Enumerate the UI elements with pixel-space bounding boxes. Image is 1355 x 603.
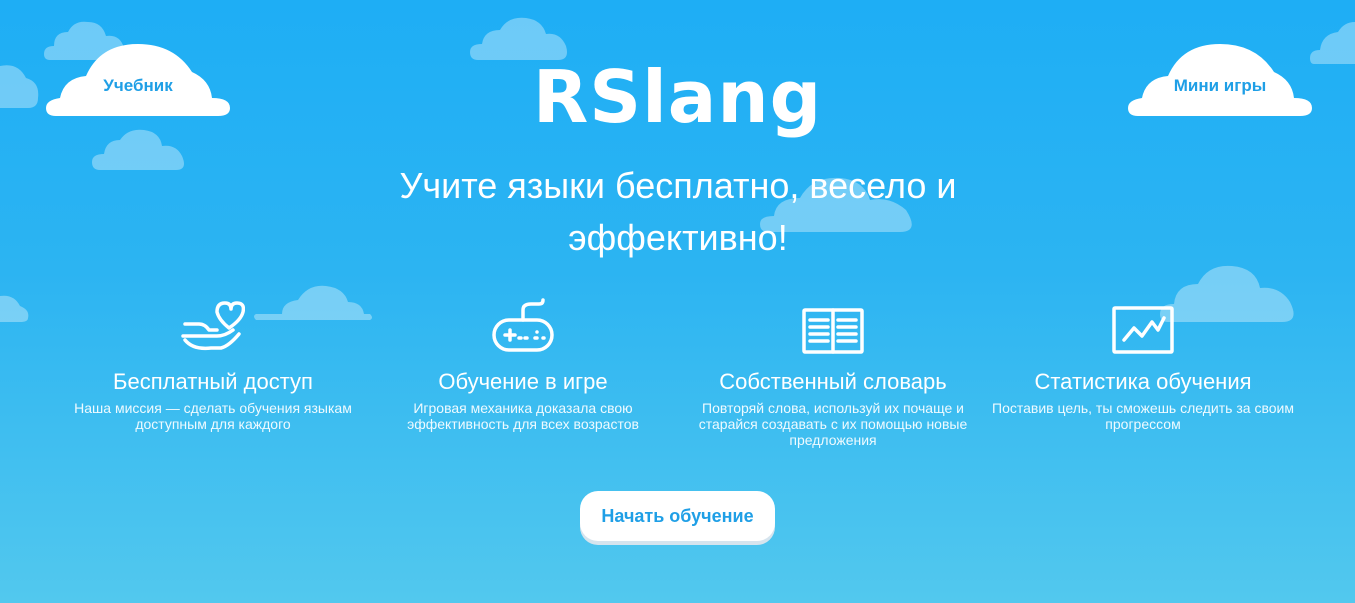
heart-hand-icon [181, 301, 245, 351]
brand-logo: RSlang [532, 55, 823, 139]
feature-title: Статистика обучения [1034, 369, 1252, 394]
feature-description: Повторяй слова, используй их почаще и ст… [698, 400, 968, 448]
feature-title: Обучение в игре [438, 369, 608, 394]
chart-icon [1112, 306, 1174, 354]
gamepad-icon [492, 298, 554, 352]
features-list: Бесплатный доступ Наша миссия — сделать … [58, 296, 1298, 448]
feature-description: Игровая механика доказала свою эффективн… [407, 400, 639, 432]
feature-free-access: Бесплатный доступ Наша миссия — сделать … [58, 296, 368, 448]
hero-tagline: Учите языки бесплатно, весело и эффектив… [399, 165, 957, 258]
open-book-icon [802, 308, 864, 354]
start-learning-button[interactable]: Начать обучение [580, 491, 775, 541]
feature-description: Наша миссия — сделать обучения языкам до… [74, 400, 352, 432]
feature-statistics: Статистика обучения Поставив цель, ты см… [988, 296, 1298, 448]
feature-description: Поставив цель, ты сможешь следить за сво… [992, 400, 1294, 432]
background-cloud [0, 292, 30, 324]
feature-own-dictionary: Собственный словарь Повторяй слова, испо… [678, 296, 988, 448]
landing-page: Учебник Мини игры RSlang Учите языки бес… [0, 0, 1355, 603]
feature-title: Собственный словарь [719, 369, 947, 394]
feature-title: Бесплатный доступ [113, 369, 313, 394]
feature-game-learning: Обучение в игре Игровая механика доказал… [368, 296, 678, 448]
